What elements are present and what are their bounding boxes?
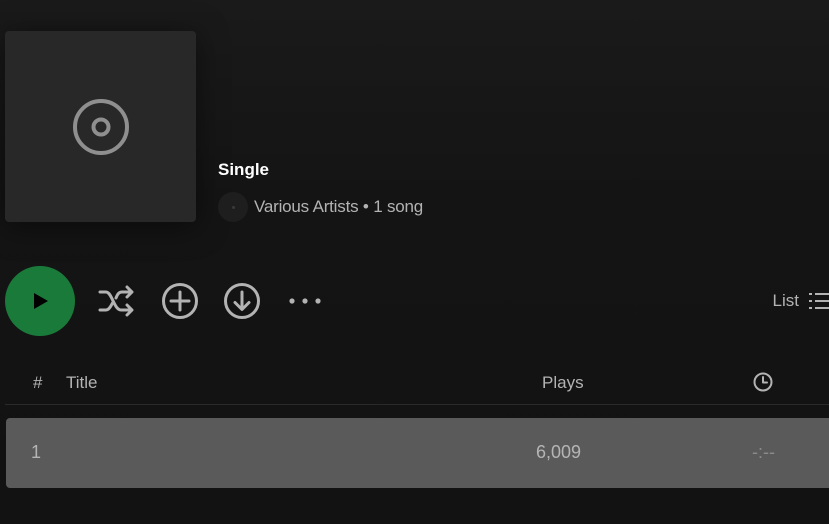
track-number: 1 (31, 442, 42, 462)
play-icon (34, 293, 48, 309)
view-label: List (772, 291, 799, 310)
more-horizontal-icon (289, 298, 321, 304)
table-row[interactable]: 1 6,009 -:-- (6, 418, 829, 488)
track-plays: 6,009 (536, 442, 582, 462)
song-count: 1 song (373, 197, 424, 216)
add-to-library-button[interactable] (160, 281, 200, 321)
action-bar: List (5, 266, 829, 336)
album-meta: Various Artists • 1 song (218, 192, 423, 222)
list-view-icon (809, 293, 829, 309)
header-plays: Plays (542, 373, 584, 392)
shuffle-button[interactable] (97, 281, 137, 321)
more-options-button[interactable] (285, 281, 325, 321)
album-type-label: Single (218, 160, 270, 179)
play-button[interactable] (5, 266, 75, 336)
header-duration (753, 372, 773, 397)
track-duration: -:-- (752, 442, 775, 462)
header-title: Title (66, 373, 98, 392)
header-number: # (33, 373, 43, 392)
album-page: Single Various Artists • 1 song List # T… (0, 0, 829, 524)
album-cover (5, 31, 196, 222)
disc-icon (72, 98, 129, 155)
download-button[interactable] (222, 281, 262, 321)
shuffle-icon (98, 285, 134, 317)
track-table-header: # Title Plays (5, 364, 829, 405)
download-circle-icon (224, 283, 260, 319)
meta-separator: • (358, 197, 374, 216)
artist-link[interactable]: Various Artists (254, 197, 359, 216)
add-circle-icon (162, 283, 198, 319)
clock-icon (753, 372, 773, 392)
artist-avatar[interactable] (218, 192, 248, 222)
view-toggle-button[interactable]: List (773, 288, 829, 314)
